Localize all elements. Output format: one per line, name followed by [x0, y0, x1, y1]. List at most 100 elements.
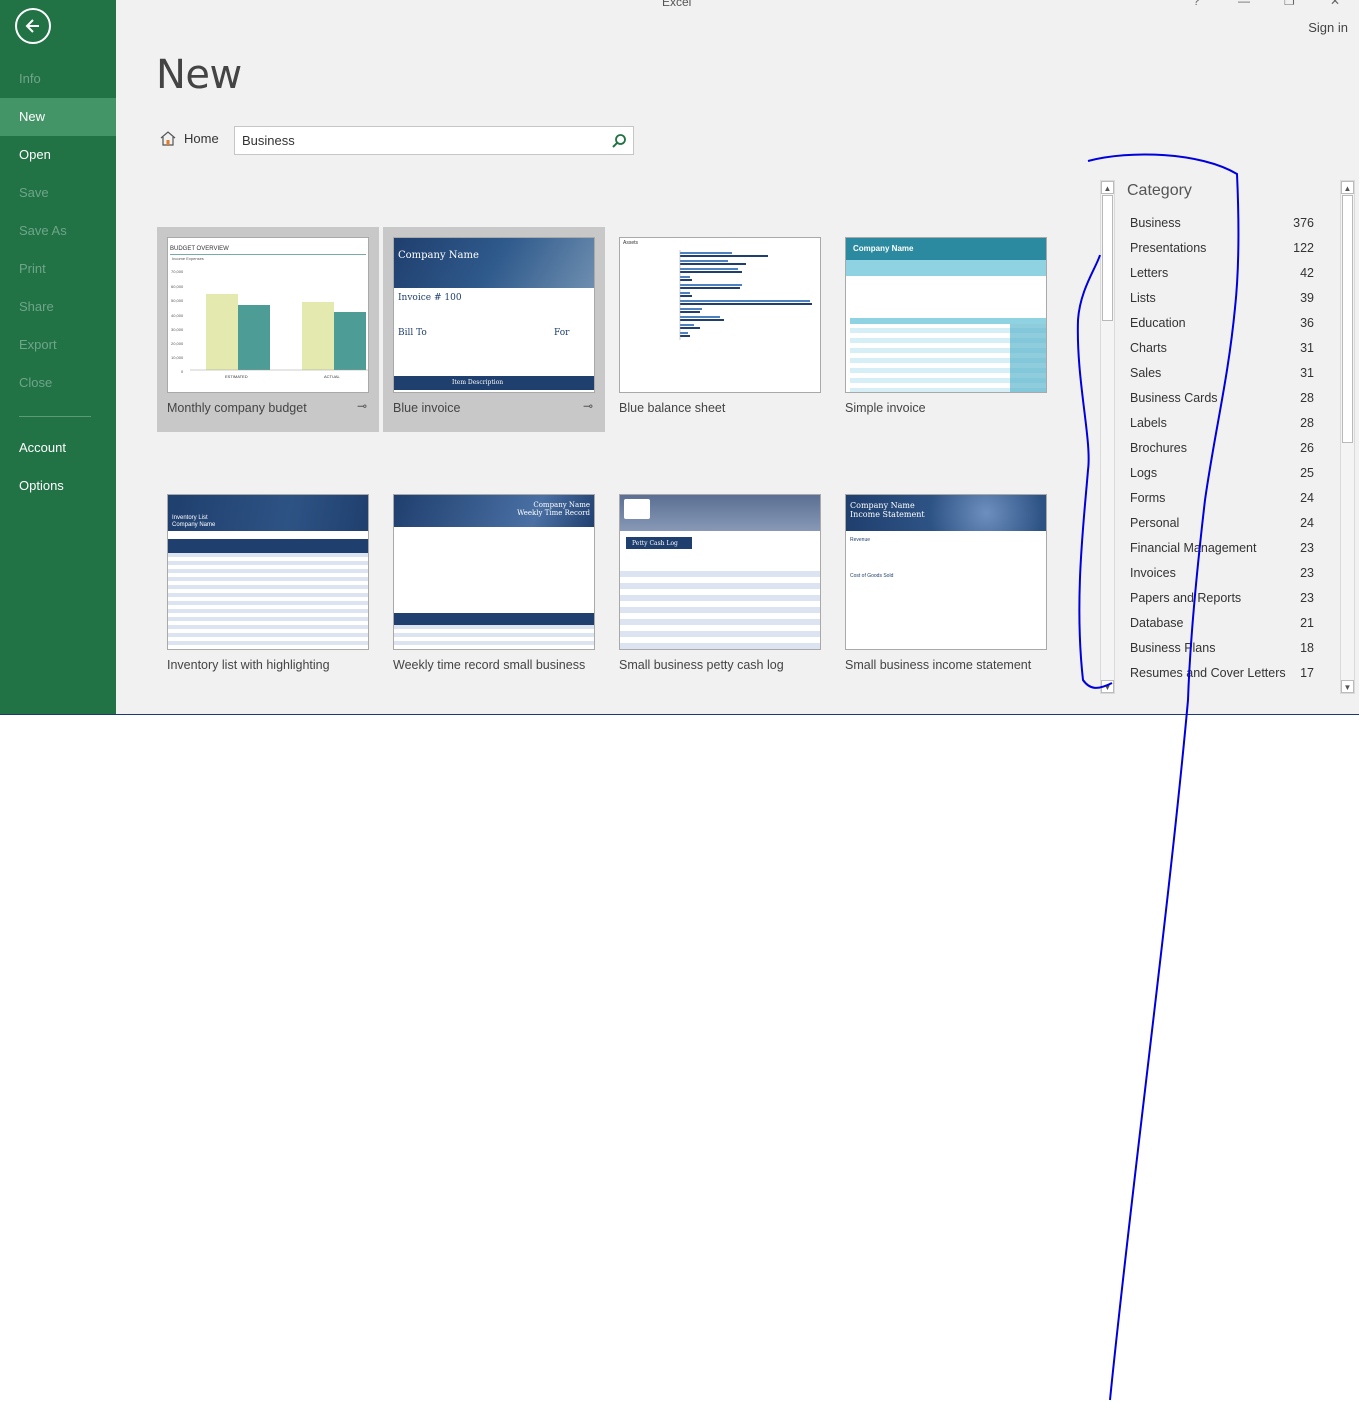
category-item[interactable]: Personal 24 [1130, 516, 1314, 541]
template-label: Small business income statement [845, 658, 1032, 672]
template-label: Blue invoice [393, 401, 461, 415]
category-right-scrollbar[interactable]: ▲ ▼ [1340, 180, 1355, 694]
category-item[interactable]: Logs 25 [1130, 466, 1314, 491]
scrollbar-thumb[interactable] [1342, 195, 1353, 443]
category-item[interactable]: Labels 28 [1130, 416, 1314, 441]
category-item-count: 28 [1300, 391, 1314, 405]
help-icon[interactable]: ? [1193, 0, 1200, 8]
scroll-up-arrow-icon[interactable]: ▲ [1101, 181, 1114, 194]
nav-open[interactable]: Open [0, 136, 116, 174]
template-search-box [234, 126, 634, 155]
search-input[interactable] [235, 127, 605, 154]
category-item-count: 36 [1300, 316, 1314, 330]
pin-icon[interactable]: ⊸ [357, 399, 367, 413]
thumb-bill-to: Bill To [398, 328, 427, 338]
home-label: Home [184, 131, 219, 146]
nav-account[interactable]: Account [0, 429, 116, 467]
template-thumbnail: Assets [619, 237, 821, 393]
nav-info[interactable]: Info [0, 60, 116, 98]
template-inventory-list[interactable]: Inventory List Company Name Inventory li… [157, 484, 379, 689]
category-item-count: 28 [1300, 416, 1314, 430]
template-thumbnail: Company Name Invoice # 100 Bill To For I… [393, 237, 595, 393]
scroll-up-arrow-icon[interactable]: ▲ [1341, 181, 1354, 194]
thumb-item-description: Item Description [452, 379, 504, 386]
template-monthly-company-budget[interactable]: BUDGET OVERVIEW Income Expenses 70,000 6… [157, 227, 379, 432]
template-thumbnail: Company Name [845, 237, 1047, 393]
nav-new[interactable]: New [0, 98, 116, 136]
home-icon [160, 131, 176, 146]
template-weekly-time-record[interactable]: Company Name Weekly Time Record Weekly t… [383, 484, 605, 689]
thumb-company-name: Company Name [533, 501, 590, 509]
category-item-label: Labels [1130, 416, 1167, 430]
scrollbar-thumb[interactable] [1102, 195, 1113, 321]
nav-options[interactable]: Options [0, 467, 116, 505]
category-left-scrollbar[interactable]: ▲ ▼ [1100, 180, 1115, 694]
template-blue-balance-sheet[interactable]: Assets Blue balance sheet [609, 227, 831, 432]
category-item[interactable]: Brochures 26 [1130, 441, 1314, 466]
template-label: Weekly time record small business [393, 658, 586, 672]
category-item-label: Business Cards [1130, 391, 1218, 405]
category-item-count: 25 [1300, 466, 1314, 480]
category-item[interactable]: Education 36 [1130, 316, 1314, 341]
category-item[interactable]: Database 21 [1130, 616, 1314, 641]
category-item-label: Resumes and Cover Letters [1130, 666, 1286, 680]
category-item-label: Database [1130, 616, 1184, 630]
category-item-count: 21 [1300, 616, 1314, 630]
category-heading: Category [1127, 182, 1192, 199]
template-thumbnail: Company Name Weekly Time Record [393, 494, 595, 650]
scroll-down-arrow-icon[interactable]: ▼ [1101, 680, 1114, 693]
nav-print[interactable]: Print [0, 250, 116, 288]
close-icon[interactable]: ✕ [1330, 0, 1340, 8]
minimize-icon[interactable]: — [1238, 0, 1250, 8]
category-item[interactable]: Invoices 23 [1130, 566, 1314, 591]
category-item[interactable]: Papers and Reports 23 [1130, 591, 1314, 616]
category-item-label: Education [1130, 316, 1186, 330]
template-petty-cash-log[interactable]: Petty Cash Log Small business petty cash… [609, 484, 831, 689]
category-list: Business 376 Presentations 122 Letters 42 List… [1130, 216, 1314, 691]
category-item[interactable]: Resumes and Cover Letters 17 [1130, 666, 1314, 691]
category-item-label: Presentations [1130, 241, 1207, 255]
category-item-label: Business [1130, 216, 1181, 230]
template-blue-invoice[interactable]: Company Name Invoice # 100 Bill To For I… [383, 227, 605, 432]
category-item[interactable]: Charts 31 [1130, 341, 1314, 366]
category-item-label: Sales [1130, 366, 1162, 380]
thumb-budget-title: BUDGET OVERVIEW [170, 246, 229, 252]
category-item-label: Papers and Reports [1130, 591, 1242, 605]
category-pane: ▲ ▼ Category Business 376 Presentations 122… [1100, 180, 1356, 694]
category-item[interactable]: Business Cards 28 [1130, 391, 1314, 416]
page-title: New [156, 52, 242, 98]
category-item[interactable]: Business Plans 18 [1130, 641, 1314, 666]
thumb-invoice-no: Invoice # 100 [398, 293, 462, 303]
category-item[interactable]: Business 376 [1130, 216, 1314, 241]
category-item[interactable]: Sales 31 [1130, 366, 1314, 391]
thumb-tick: 50,000 [171, 298, 184, 303]
back-button[interactable] [15, 8, 51, 44]
template-income-statement[interactable]: Company Name Income Statement Revenue Co… [835, 484, 1057, 689]
thumb-petty-cash-log: Petty Cash Log [632, 540, 678, 547]
category-item-label: Brochures [1130, 441, 1187, 455]
category-item[interactable]: Presentations 122 [1130, 241, 1314, 266]
template-label: Blue balance sheet [619, 401, 726, 415]
category-item-count: 42 [1300, 266, 1314, 280]
category-item-label: Forms [1130, 491, 1166, 505]
category-item[interactable]: Financial Management 23 [1130, 541, 1314, 566]
nav-save[interactable]: Save [0, 174, 116, 212]
template-simple-invoice[interactable]: Company Name Simple invoice [835, 227, 1057, 432]
thumb-weekly-time-record: Weekly Time Record [517, 509, 590, 517]
category-item[interactable]: Forms 24 [1130, 491, 1314, 516]
thumb-assets: Assets [623, 240, 639, 246]
nav-save-as[interactable]: Save As [0, 212, 116, 250]
search-icon[interactable] [611, 133, 627, 149]
category-item[interactable]: Letters 42 [1130, 266, 1314, 291]
template-label: Simple invoice [845, 401, 926, 415]
scroll-down-arrow-icon[interactable]: ▼ [1341, 680, 1354, 693]
home-link[interactable]: Home [160, 131, 219, 146]
nav-export[interactable]: Export [0, 326, 116, 364]
nav-close[interactable]: Close [0, 364, 116, 402]
pin-icon[interactable]: ⊸ [583, 399, 593, 413]
category-item[interactable]: Lists 39 [1130, 291, 1314, 316]
sign-in-link[interactable]: Sign in [1308, 20, 1348, 35]
category-item-count: 122 [1293, 241, 1314, 255]
restore-icon[interactable]: ❐ [1284, 0, 1295, 8]
nav-share[interactable]: Share [0, 288, 116, 326]
